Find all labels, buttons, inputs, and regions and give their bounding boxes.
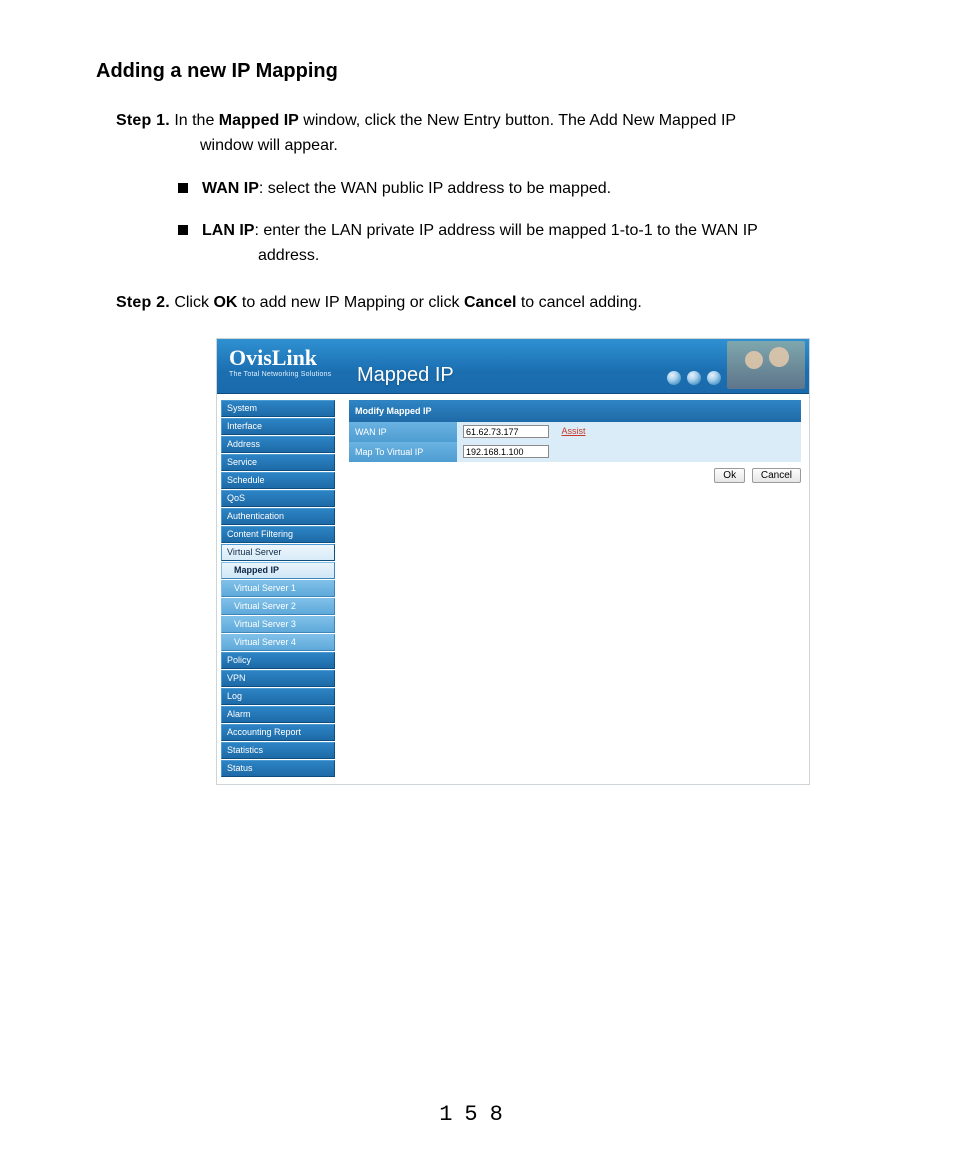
step-2: Step 2. Click OK to add new IP Mapping o… [116, 291, 894, 316]
sidebar-item-virtual-server[interactable]: Virtual Server [221, 544, 335, 561]
sidebar-item-schedule[interactable]: Schedule [221, 472, 335, 489]
sidebar-item-service[interactable]: Service [221, 454, 335, 471]
bullet-wan-label: WAN IP [202, 180, 259, 197]
bullet-lan-text-2: address. [258, 244, 894, 269]
sidebar-sub-vs4[interactable]: Virtual Server 4 [221, 634, 335, 651]
step-1: Step 1. In the Mapped IP window, click t… [116, 109, 894, 269]
form-header: Modify Mapped IP [349, 400, 801, 422]
sidebar-sub-vs2[interactable]: Virtual Server 2 [221, 598, 335, 615]
step-2-cancel: Cancel [464, 294, 516, 311]
step-2-text-b: to add new IP Mapping or click [237, 294, 464, 311]
globe-icon [707, 371, 721, 385]
sidebar-item-policy[interactable]: Policy [221, 652, 335, 669]
embedded-app: OvisLink The Total Networking Solutions … [216, 338, 810, 785]
content-pane: Modify Mapped IP WAN IP Assist Map To Vi… [335, 394, 809, 489]
step-2-ok: OK [213, 294, 237, 311]
sidebar-item-qos[interactable]: QoS [221, 490, 335, 507]
sidebar-item-content-filtering[interactable]: Content Filtering [221, 526, 335, 543]
step-1-text-b: window, click the New Entry button. The … [299, 112, 736, 129]
sidebar-item-log[interactable]: Log [221, 688, 335, 705]
step-1-bold: Mapped IP [219, 112, 299, 129]
bullet-wan: WAN IP: select the WAN public IP address… [178, 177, 894, 202]
wan-ip-input[interactable] [463, 425, 549, 438]
globe-icons [667, 371, 721, 385]
step-2-text-c: to cancel adding. [516, 294, 641, 311]
map-ip-input[interactable] [463, 445, 549, 458]
sidebar: System Interface Address Service Schedul… [217, 394, 335, 784]
sidebar-item-status[interactable]: Status [221, 760, 335, 777]
sidebar-item-vpn[interactable]: VPN [221, 670, 335, 687]
step-2-text-a: Click [170, 294, 214, 311]
sidebar-item-authentication[interactable]: Authentication [221, 508, 335, 525]
sidebar-sub-mapped-ip[interactable]: Mapped IP [221, 562, 335, 579]
app-banner: OvisLink The Total Networking Solutions … [217, 339, 809, 394]
map-ip-label: Map To Virtual IP [349, 442, 457, 462]
step-1-label: Step 1. [116, 112, 170, 129]
sidebar-item-system[interactable]: System [221, 400, 335, 417]
cancel-button[interactable]: Cancel [752, 468, 801, 483]
sidebar-sub-vs1[interactable]: Virtual Server 1 [221, 580, 335, 597]
step-2-label: Step 2. [116, 294, 170, 311]
sidebar-item-address[interactable]: Address [221, 436, 335, 453]
ok-button[interactable]: Ok [714, 468, 745, 483]
form-table: Modify Mapped IP WAN IP Assist Map To Vi… [349, 400, 801, 462]
wan-ip-label: WAN IP [349, 422, 457, 442]
sidebar-item-alarm[interactable]: Alarm [221, 706, 335, 723]
assist-link[interactable]: Assist [562, 426, 586, 436]
bullet-lan: LAN IP: enter the LAN private IP address… [178, 219, 894, 269]
bullet-lan-text: : enter the LAN private IP address will … [254, 222, 757, 239]
globe-icon [667, 371, 681, 385]
brand-tagline: The Total Networking Solutions [229, 371, 331, 378]
step-1-text-a: In the [170, 112, 219, 129]
step-1-text-c: window will appear. [200, 134, 894, 159]
page-heading: Adding a new IP Mapping [96, 60, 894, 83]
brand-name: OvisLink [229, 347, 331, 369]
sidebar-sub-vs3[interactable]: Virtual Server 3 [221, 616, 335, 633]
people-image [727, 341, 805, 389]
sidebar-item-statistics[interactable]: Statistics [221, 742, 335, 759]
page-number: 158 [0, 1102, 954, 1127]
bullet-lan-label: LAN IP [202, 222, 254, 239]
banner-title: Mapped IP [357, 364, 454, 387]
sidebar-item-interface[interactable]: Interface [221, 418, 335, 435]
bullet-wan-text: : select the WAN public IP address to be… [259, 180, 611, 197]
globe-icon [687, 371, 701, 385]
sidebar-item-accounting[interactable]: Accounting Report [221, 724, 335, 741]
